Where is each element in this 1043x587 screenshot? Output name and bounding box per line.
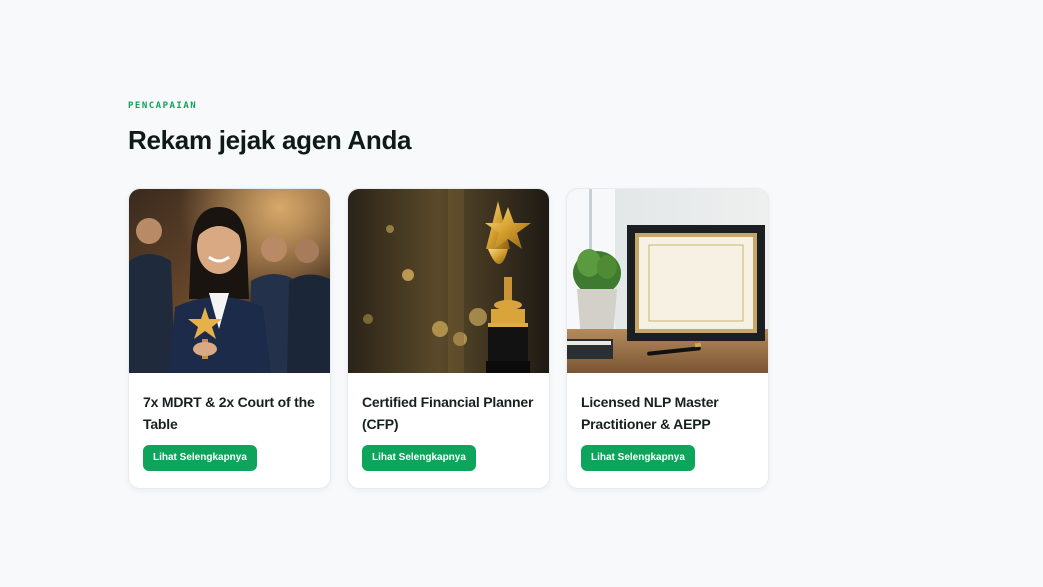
agent-with-star-trophy-photo (129, 189, 330, 373)
see-more-button[interactable]: Lihat Selengkapnya (581, 445, 695, 471)
achievement-cards: 7x MDRT & 2x Court of the Table Lihat Se… (128, 188, 769, 489)
section-eyebrow: PENCAPAIAN (128, 101, 198, 111)
card-title: 7x MDRT & 2x Court of the Table (143, 394, 315, 432)
card-title: Licensed NLP Master Practitioner & AEPP (581, 394, 719, 432)
see-more-button[interactable]: Lihat Selengkapnya (143, 445, 257, 471)
card-title: Certified Financial Planner (CFP) (362, 394, 534, 432)
see-more-button[interactable]: Lihat Selengkapnya (362, 445, 476, 471)
achievement-card: 7x MDRT & 2x Court of the Table Lihat Se… (128, 188, 331, 489)
achievement-card: Certified Financial Planner (CFP) Lihat … (347, 188, 550, 489)
framed-certificate-photo (567, 189, 768, 373)
achievement-card: Licensed NLP Master Practitioner & AEPP … (566, 188, 769, 489)
gold-star-trophy-photo (348, 189, 549, 373)
section-heading: Rekam jejak agen Anda (128, 125, 412, 155)
achievements-section: PENCAPAIAN Rekam jejak agen Anda 7x MDRT… (128, 100, 928, 489)
